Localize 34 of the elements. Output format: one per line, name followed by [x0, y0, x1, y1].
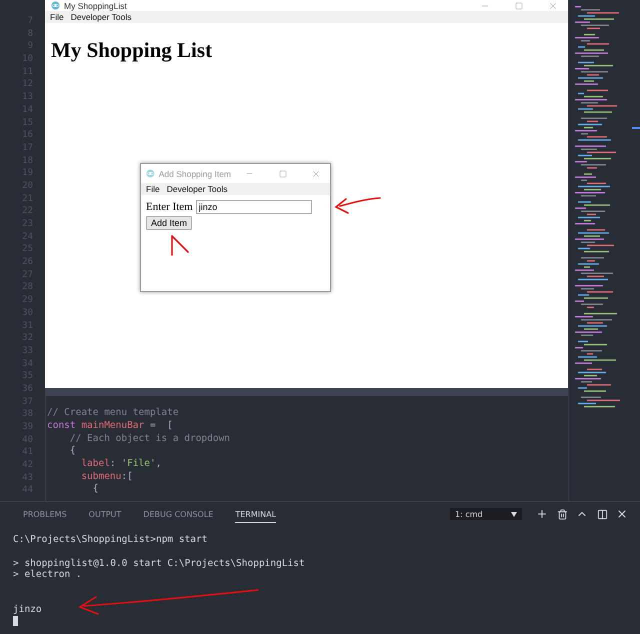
code-line: label: 'File',: [80, 458, 162, 471]
item-input[interactable]: jinzo: [196, 200, 312, 214]
code-line: // Create menu template: [47, 407, 180, 420]
panel-tab[interactable]: TERMINAL: [235, 505, 276, 524]
dialog-title: Add Shopping Item: [158, 168, 232, 178]
annotation-arrow: [334, 197, 381, 214]
maximize-icon[interactable]: [278, 170, 287, 178]
code-line: // Each object is a dropdown: [68, 432, 232, 446]
scroll-marker-icon: [632, 127, 640, 129]
add-item-button[interactable]: Add Item: [146, 216, 192, 230]
code-line: {: [68, 445, 77, 458]
terminal-line: jinzo: [13, 604, 43, 616]
code-line: {: [92, 483, 100, 496]
panel-tab[interactable]: DEBUG CONSOLE: [143, 505, 214, 524]
terminal-line: > shoppinglist@1.0.0 start C:\Projects\ShoppingList: [13, 558, 306, 570]
terminal-line: C:\Projects\ShoppingList>npm start: [13, 534, 208, 546]
field-label: Enter Item: [146, 201, 193, 213]
terminal-select[interactable]: 1: cmd: [450, 508, 522, 520]
menu-item[interactable]: Developer Tools: [70, 12, 132, 22]
caret-icon: [511, 512, 517, 517]
terminal-cursor: [13, 616, 18, 626]
menu-item[interactable]: File: [50, 12, 64, 22]
atom-icon: [146, 169, 155, 178]
code-line: submenu:[: [80, 470, 134, 484]
maximize-icon[interactable]: [515, 2, 523, 10]
panel-tab[interactable]: OUTPUT: [88, 505, 122, 524]
menu-item[interactable]: Developer Tools: [166, 184, 228, 194]
code-line: const mainMenuBar = [: [47, 420, 174, 433]
annotation-arrow: [171, 235, 189, 256]
menu-item[interactable]: File: [146, 184, 160, 194]
page-heading: My Shopping List: [51, 38, 214, 63]
window-title: My ShoppingList: [64, 0, 128, 10]
terminal-line: > electron .: [13, 569, 83, 581]
panel-tab[interactable]: PROBLEMS: [23, 505, 67, 524]
